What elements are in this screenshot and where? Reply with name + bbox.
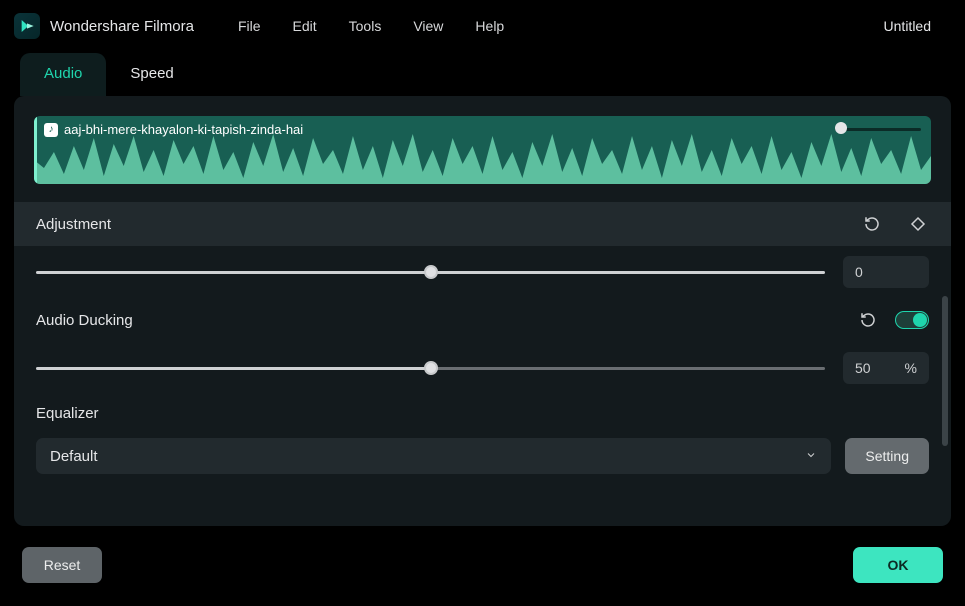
ducking-label-row: Audio Ducking	[14, 298, 951, 342]
clip-start-marker	[34, 116, 37, 184]
ducking-revert-button[interactable]	[857, 309, 879, 331]
clip-volume-slider[interactable]	[835, 124, 921, 134]
pitch-value: 0	[855, 264, 863, 280]
equalizer-selected-value: Default	[50, 448, 98, 465]
ducking-value-input[interactable]: 50 %	[843, 352, 929, 384]
reset-button[interactable]: Reset	[22, 547, 102, 583]
music-note-icon: ♪	[44, 123, 58, 137]
menu-items: File Edit Tools View Help	[238, 18, 504, 34]
document-title: Untitled	[884, 18, 931, 34]
adjustment-keyframe-button[interactable]	[907, 213, 929, 235]
footer: Reset OK	[0, 526, 965, 604]
equalizer-label-row: Equalizer	[14, 394, 951, 432]
revert-icon	[863, 215, 881, 233]
menu-file[interactable]: File	[238, 18, 261, 34]
clip-filename: aaj-bhi-mere-khayalon-ki-tapish-zinda-ha…	[64, 122, 303, 137]
revert-icon	[859, 311, 877, 329]
menubar: Wondershare Filmora File Edit Tools View…	[0, 0, 965, 52]
app-name: Wondershare Filmora	[50, 18, 194, 35]
filmora-logo-icon	[14, 13, 40, 39]
audio-panel: ♪ aaj-bhi-mere-khayalon-ki-tapish-zinda-…	[14, 96, 951, 526]
pitch-slider-row: 0	[14, 246, 951, 298]
menu-help[interactable]: Help	[475, 18, 504, 34]
chevron-down-icon	[805, 448, 817, 465]
adjustment-section-header: Adjustment	[14, 202, 951, 246]
ducking-unit: %	[905, 360, 917, 376]
audio-clip[interactable]: ♪ aaj-bhi-mere-khayalon-ki-tapish-zinda-…	[34, 116, 931, 184]
ducking-title: Audio Ducking	[36, 312, 133, 329]
equalizer-title: Equalizer	[36, 405, 99, 422]
pitch-slider[interactable]	[36, 262, 825, 282]
ok-button[interactable]: OK	[853, 547, 943, 583]
equalizer-setting-button[interactable]: Setting	[845, 438, 929, 474]
ducking-value: 50	[855, 360, 871, 376]
pitch-value-input[interactable]: 0	[843, 256, 929, 288]
menu-edit[interactable]: Edit	[293, 18, 317, 34]
menu-view[interactable]: View	[413, 18, 443, 34]
ducking-slider[interactable]	[36, 358, 825, 378]
tabstrip: Audio Speed	[0, 52, 965, 96]
panel-scrollbar[interactable]	[942, 296, 948, 446]
adjustment-title: Adjustment	[36, 216, 111, 233]
tab-speed[interactable]: Speed	[106, 53, 197, 96]
keyframe-diamond-icon	[909, 215, 927, 233]
adjustment-revert-button[interactable]	[861, 213, 883, 235]
equalizer-select[interactable]: Default	[36, 438, 831, 474]
clip-container: ♪ aaj-bhi-mere-khayalon-ki-tapish-zinda-…	[14, 96, 951, 202]
ducking-toggle[interactable]	[895, 311, 929, 329]
clip-filename-chip: ♪ aaj-bhi-mere-khayalon-ki-tapish-zinda-…	[44, 122, 303, 137]
equalizer-row: Default Setting	[14, 432, 951, 488]
tab-audio[interactable]: Audio	[20, 53, 106, 96]
ducking-slider-row: 50 %	[14, 342, 951, 394]
menu-tools[interactable]: Tools	[349, 18, 382, 34]
